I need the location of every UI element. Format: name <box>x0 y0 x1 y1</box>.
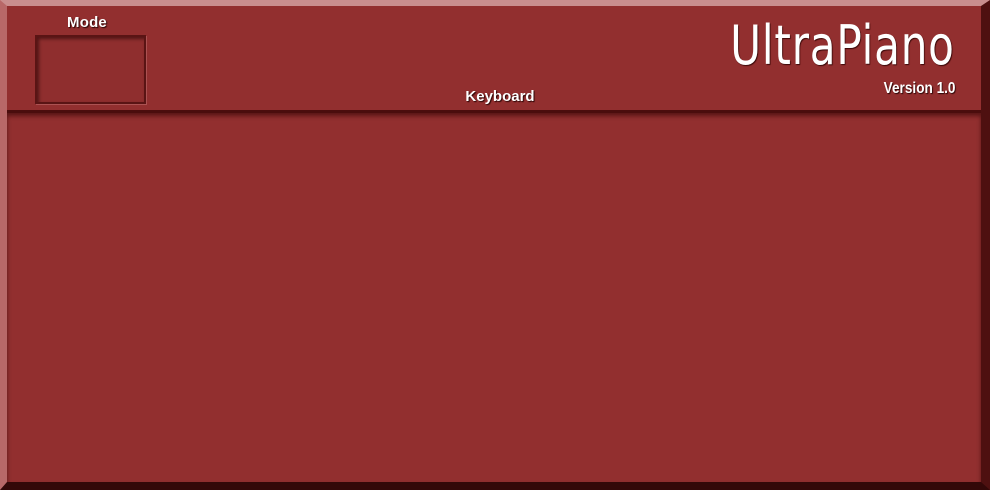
keyboard-label: Keyboard <box>465 88 535 105</box>
header-panel: Mode Keyboard UltraPiano Version 1.0 <box>7 6 981 110</box>
keyboard-area[interactable] <box>7 110 981 482</box>
app-title: UltraPiano <box>730 14 955 77</box>
mode-selector[interactable] <box>35 35 146 104</box>
app-version: Version 1.0 <box>883 80 955 97</box>
mode-label: Mode <box>67 14 107 31</box>
ultrapiano-window: Mode Keyboard UltraPiano Version 1.0 <box>0 0 990 490</box>
